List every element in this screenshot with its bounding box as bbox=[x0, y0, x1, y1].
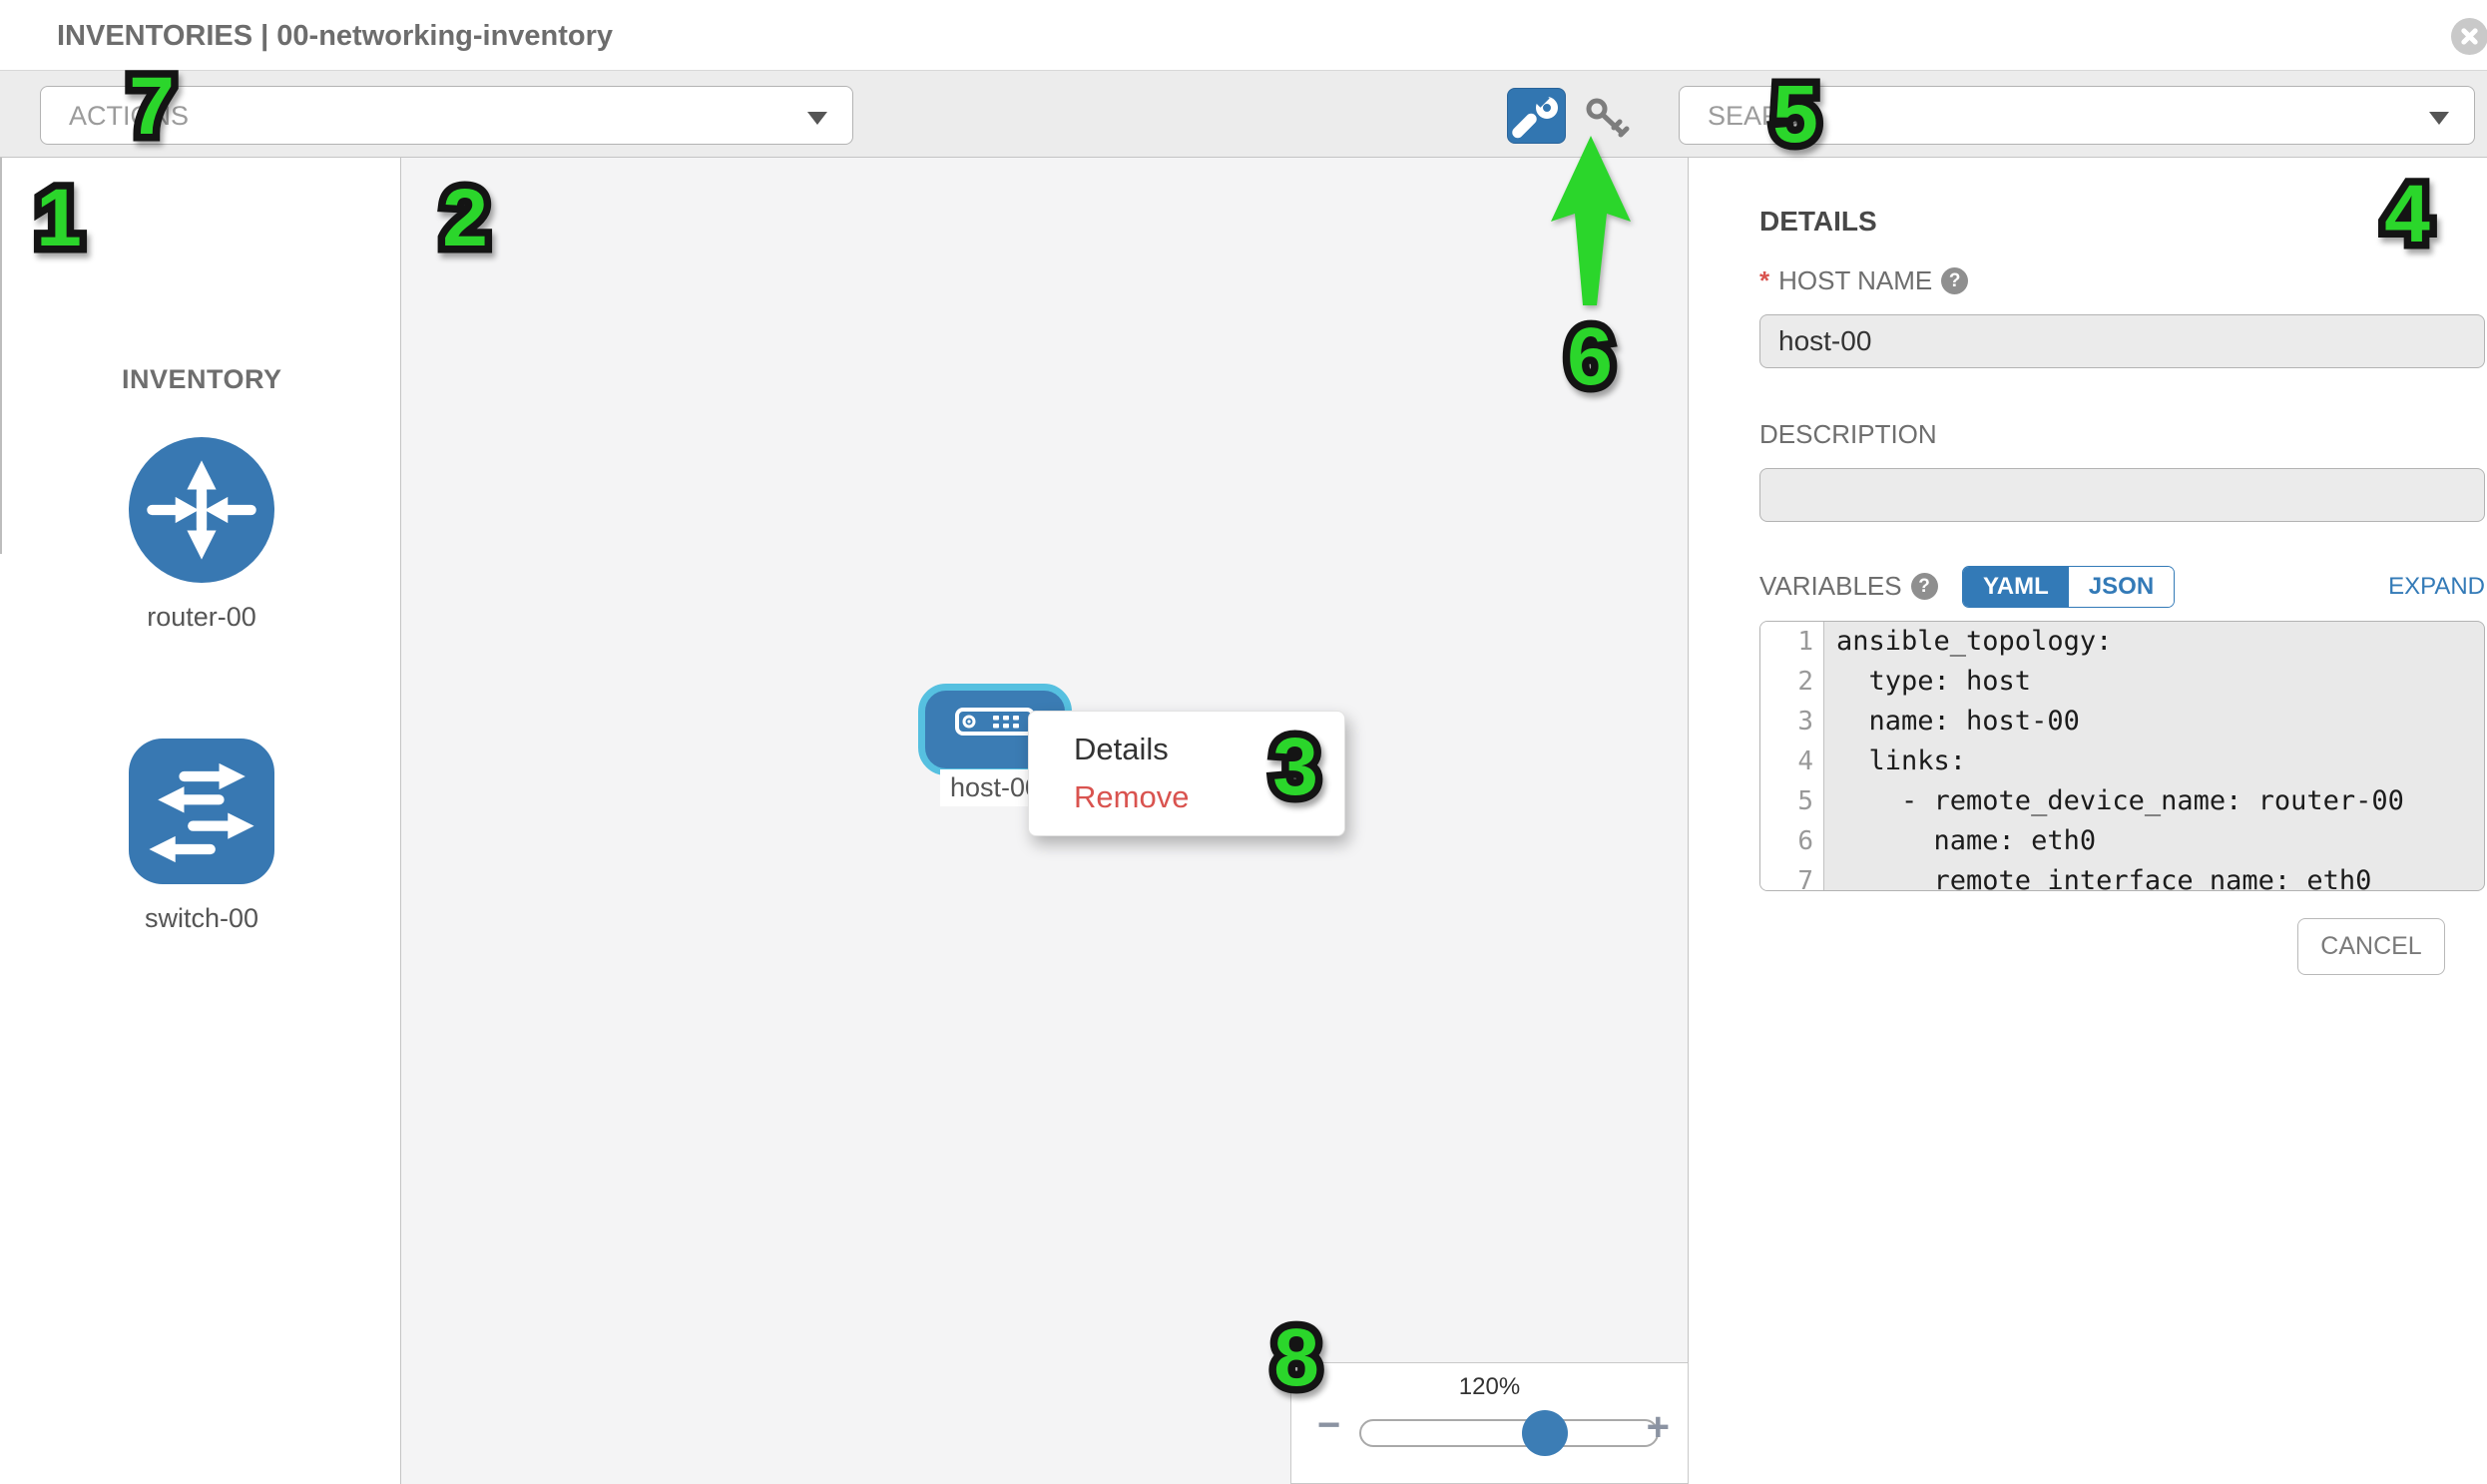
chevron-down-icon bbox=[807, 112, 827, 125]
variables-format-toggle: YAML JSON bbox=[1962, 566, 2175, 608]
palette-item-switch[interactable]: switch-00 bbox=[52, 739, 351, 934]
toolbar: ACTIONS SEARCH bbox=[0, 70, 2487, 158]
host-name-input[interactable]: host-00 bbox=[1759, 314, 2485, 368]
palette-item-router[interactable]: router-00 bbox=[52, 437, 351, 633]
annotation-1: 1 bbox=[27, 178, 91, 259]
chevron-down-icon bbox=[2429, 112, 2449, 125]
help-icon[interactable]: ? bbox=[1941, 267, 1968, 294]
host-name-label-row: * HOST NAME ? bbox=[1759, 265, 1968, 296]
router-icon bbox=[129, 437, 274, 583]
host-server-icon bbox=[955, 708, 1035, 736]
host-name-label: HOST NAME bbox=[1778, 265, 1932, 296]
inventory-sidebar: INVENTORY router-00 bbox=[0, 158, 401, 1484]
required-asterisk: * bbox=[1759, 265, 1769, 296]
zoom-out-button[interactable]: − bbox=[1317, 1403, 1340, 1448]
page-title: INVENTORIES | 00-networking-inventory bbox=[57, 20, 613, 53]
help-icon[interactable]: ? bbox=[1911, 573, 1938, 600]
code-line: 7 remote_interface_name: eth0 bbox=[1760, 861, 2484, 891]
cancel-button[interactable]: CANCEL bbox=[2297, 918, 2445, 975]
palette-item-label: router-00 bbox=[52, 602, 351, 633]
sidebar-title: INVENTORY bbox=[122, 364, 282, 395]
annotation-5: 5 bbox=[1763, 74, 1827, 156]
variables-label-row: VARIABLES ? bbox=[1759, 571, 1938, 602]
code-line: 5 - remote_device_name: router-00 bbox=[1760, 781, 2484, 821]
details-panel: DETAILS * HOST NAME ? host-00 DESCRIPTIO… bbox=[1690, 158, 2487, 1484]
annotation-7: 7 bbox=[120, 66, 184, 148]
code-line: 4 links: bbox=[1760, 742, 2484, 781]
annotation-4: 4 bbox=[2375, 174, 2439, 255]
zoom-in-button[interactable]: + bbox=[1647, 1405, 1670, 1450]
zoom-slider-handle[interactable] bbox=[1522, 1410, 1568, 1456]
variables-label: VARIABLES bbox=[1759, 571, 1902, 602]
code-line: 3 name: host-00 bbox=[1760, 702, 2484, 742]
description-label-row: DESCRIPTION bbox=[1759, 419, 1937, 450]
close-icon[interactable] bbox=[2451, 18, 2487, 55]
switch-icon bbox=[129, 739, 274, 884]
annotation-6: 6 bbox=[1558, 316, 1622, 398]
code-line: 1ansible_topology: bbox=[1760, 622, 2484, 662]
description-label: DESCRIPTION bbox=[1759, 419, 1937, 450]
zoom-slider[interactable] bbox=[1359, 1419, 1659, 1447]
details-panel-title: DETAILS bbox=[1759, 206, 1877, 238]
topology-canvas[interactable]: host-00 Details Remove 120% − + bbox=[401, 158, 1689, 1484]
yaml-toggle-button[interactable]: YAML bbox=[1963, 567, 2069, 607]
zoom-control: 120% − + bbox=[1290, 1362, 1689, 1484]
palette-item-label: switch-00 bbox=[52, 903, 351, 934]
annotation-2: 2 bbox=[433, 178, 497, 259]
json-toggle-button[interactable]: JSON bbox=[2069, 567, 2174, 607]
annotation-8: 8 bbox=[1264, 1317, 1328, 1399]
key-icon bbox=[1585, 96, 1631, 140]
annotation-arrow-icon bbox=[1549, 136, 1633, 307]
code-line: 6 name: eth0 bbox=[1760, 821, 2484, 861]
inventory-topology-view: INVENTORIES | 00-networking-inventory AC… bbox=[0, 0, 2487, 1484]
key-button[interactable] bbox=[1585, 96, 1631, 140]
annotation-3: 3 bbox=[1263, 727, 1327, 808]
header: INVENTORIES | 00-networking-inventory bbox=[0, 0, 2487, 70]
zoom-level-value: 120% bbox=[1291, 1373, 1688, 1401]
sidebar-edge-divider bbox=[0, 158, 2, 554]
code-line: 2 type: host bbox=[1760, 662, 2484, 702]
description-input[interactable] bbox=[1759, 468, 2485, 522]
expand-link[interactable]: EXPAND bbox=[2388, 573, 2485, 601]
variables-code-editor[interactable]: 1ansible_topology: 2 type: host 3 name: … bbox=[1759, 621, 2485, 891]
